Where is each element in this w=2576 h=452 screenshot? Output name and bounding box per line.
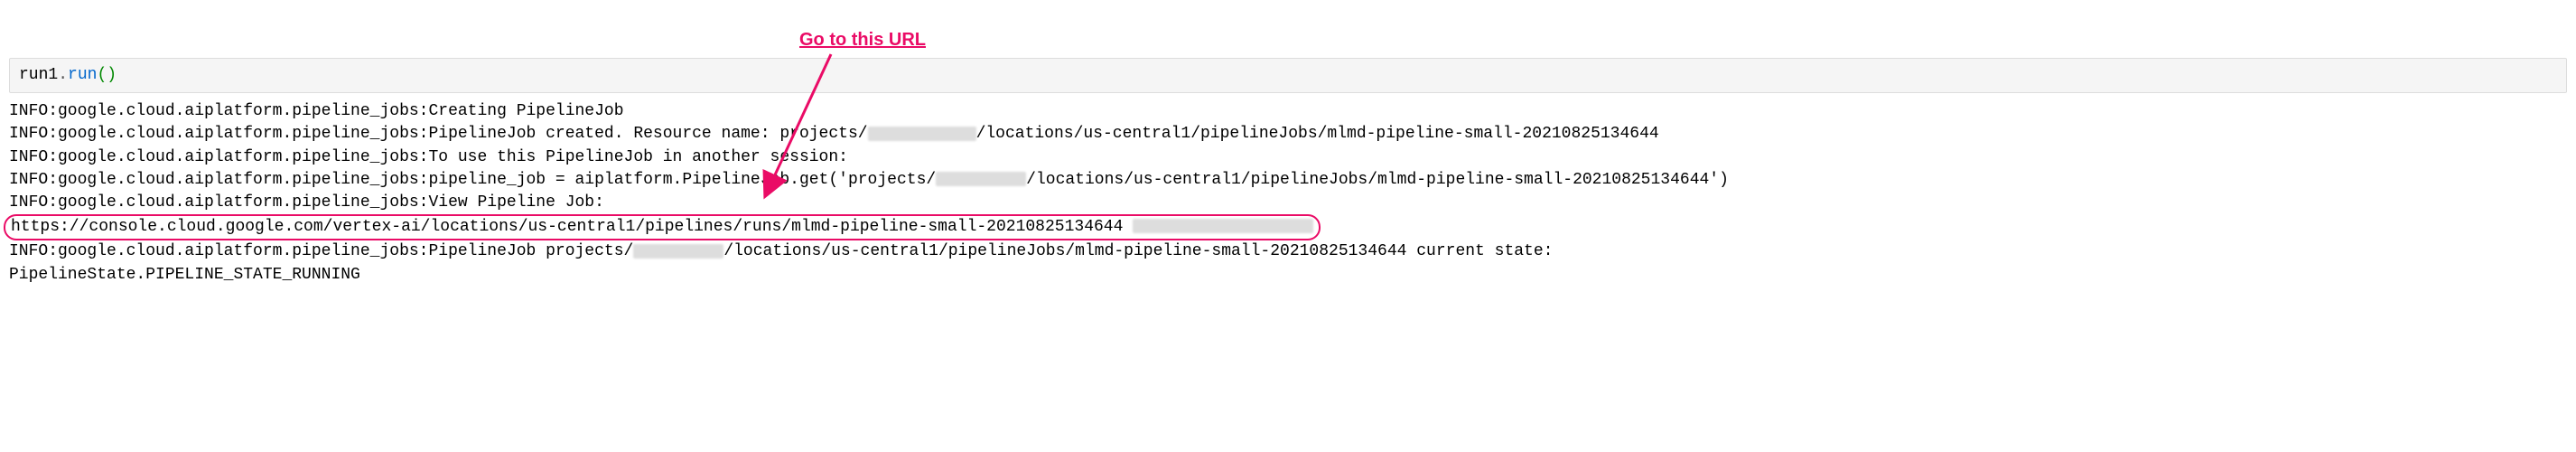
log-line: INFO:google.cloud.aiplatform.pipeline_jo… (9, 123, 2567, 146)
log-line-url: https://console.cloud.google.com/vertex-… (9, 214, 2567, 240)
code-parens: () (97, 66, 117, 84)
annotation-label: Go to this URL (799, 27, 926, 52)
redacted-project-id (633, 244, 723, 259)
pipeline-url-highlight[interactable]: https://console.cloud.google.com/vertex-… (4, 214, 1321, 240)
redacted-project-id (936, 172, 1026, 186)
redacted-project-query (1133, 219, 1313, 233)
code-input-cell: run1.run() (9, 58, 2567, 93)
log-line: INFO:google.cloud.aiplatform.pipeline_jo… (9, 146, 2567, 169)
log-line: PipelineState.PIPELINE_STATE_RUNNING (9, 264, 2567, 287)
code-object: run1 (19, 66, 58, 84)
code-method: run (68, 66, 97, 84)
output-block: INFO:google.cloud.aiplatform.pipeline_jo… (0, 100, 2576, 287)
log-line: INFO:google.cloud.aiplatform.pipeline_jo… (9, 192, 2567, 214)
code-dot: . (58, 66, 68, 84)
log-line: INFO:google.cloud.aiplatform.pipeline_jo… (9, 100, 2567, 123)
log-line: INFO:google.cloud.aiplatform.pipeline_jo… (9, 240, 2567, 263)
redacted-project-id (868, 127, 976, 141)
log-line: INFO:google.cloud.aiplatform.pipeline_jo… (9, 169, 2567, 192)
